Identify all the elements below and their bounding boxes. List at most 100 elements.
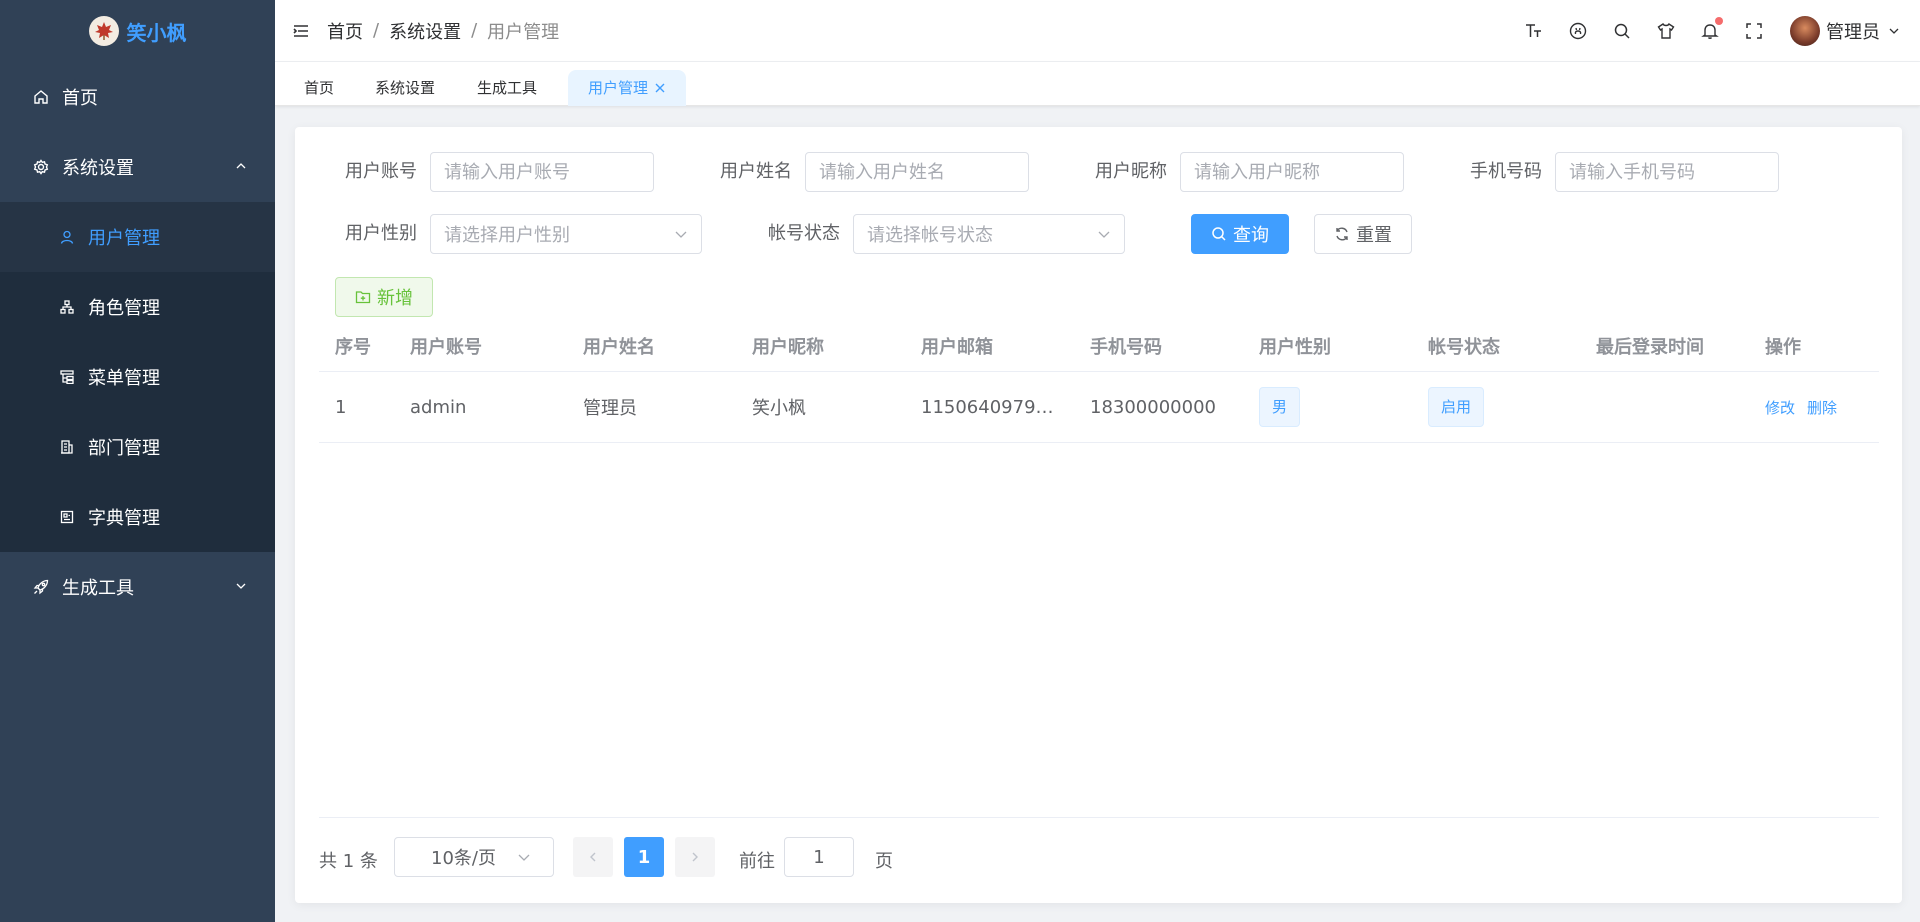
chevron-up-icon bbox=[236, 163, 246, 169]
phone-input[interactable] bbox=[1555, 152, 1779, 192]
breadcrumb-current: 用户管理 bbox=[487, 21, 560, 43]
sidebar-item-dict-management[interactable]: 字典管理 bbox=[0, 482, 275, 552]
sidebar-item-label: 首页 bbox=[62, 88, 98, 109]
sidebar-item-system-settings[interactable]: 系统设置 bbox=[0, 132, 275, 202]
close-icon[interactable] bbox=[654, 82, 666, 94]
bell-icon[interactable] bbox=[1699, 17, 1723, 42]
breadcrumb-separator: / bbox=[373, 20, 380, 41]
chevron-left-icon bbox=[590, 852, 596, 862]
app-name: 笑小枫 bbox=[126, 20, 187, 45]
tag-generator-tools[interactable]: 生成工具 bbox=[457, 70, 557, 106]
pagination-divider bbox=[319, 817, 1879, 818]
tree-table-icon bbox=[58, 368, 76, 386]
label-account: 用户账号 bbox=[345, 161, 417, 182]
sidebar-item-label: 菜单管理 bbox=[88, 368, 160, 389]
status-tag-label: 启用 bbox=[1428, 387, 1485, 427]
nickname-input-field[interactable] bbox=[1194, 161, 1390, 183]
col-actions: 操作 bbox=[1765, 336, 1801, 358]
theme-shirt-icon[interactable] bbox=[1655, 20, 1677, 42]
col-account: 用户账号 bbox=[410, 336, 482, 358]
user-name[interactable]: 管理员 bbox=[1826, 18, 1880, 44]
tag-user-management[interactable]: 用户管理 bbox=[568, 70, 687, 106]
sidebar-item-label: 系统设置 bbox=[62, 158, 134, 179]
gender-select[interactable]: 请选择用户性别 bbox=[430, 214, 702, 254]
cell-index: 1 bbox=[335, 396, 347, 418]
col-index: 序号 bbox=[335, 336, 371, 358]
chevron-down-icon[interactable] bbox=[1888, 25, 1900, 37]
col-name: 用户姓名 bbox=[583, 336, 655, 358]
search-button[interactable]: 查询 bbox=[1191, 214, 1289, 254]
gender-tag: 男 bbox=[1259, 387, 1301, 427]
search-icon bbox=[1211, 226, 1227, 242]
breadcrumb-system-settings[interactable]: 系统设置 bbox=[389, 18, 461, 44]
phone-input-field[interactable] bbox=[1569, 161, 1765, 183]
search-icon[interactable] bbox=[1611, 20, 1633, 42]
prev-page-button[interactable] bbox=[573, 837, 613, 877]
goto-page-input[interactable]: 1 bbox=[784, 837, 854, 877]
sidebar-item-dept-management[interactable]: 部门管理 bbox=[0, 412, 275, 482]
tag-system-settings[interactable]: 系统设置 bbox=[355, 70, 455, 106]
chevron-down-icon bbox=[675, 231, 687, 238]
breadcrumb-separator: / bbox=[471, 20, 478, 41]
add-button[interactable]: 新增 bbox=[335, 277, 433, 317]
status-select[interactable]: 请选择帐号状态 bbox=[853, 214, 1125, 254]
row-actions: 修改 删除 bbox=[1765, 397, 1849, 418]
cell-account: admin bbox=[410, 396, 467, 418]
edit-link[interactable]: 修改 bbox=[1765, 399, 1795, 417]
dict-icon bbox=[58, 508, 76, 526]
next-page-button[interactable] bbox=[675, 837, 715, 877]
status-tag: 启用 bbox=[1428, 387, 1485, 427]
sidebar-item-role-management[interactable]: 角色管理 bbox=[0, 272, 275, 342]
add-button-label: 新增 bbox=[377, 288, 413, 309]
col-gender: 用户性别 bbox=[1259, 336, 1331, 358]
pagination-total: 共 1 条 bbox=[319, 851, 378, 872]
label-nickname: 用户昵称 bbox=[1095, 161, 1167, 182]
delete-link[interactable]: 删除 bbox=[1807, 399, 1837, 417]
page-size-select[interactable]: 10条/页 bbox=[394, 837, 554, 877]
name-input[interactable] bbox=[805, 152, 1029, 192]
account-input[interactable] bbox=[430, 152, 654, 192]
name-input-field[interactable] bbox=[819, 161, 1015, 183]
notification-dot bbox=[1715, 17, 1723, 25]
rocket-icon bbox=[32, 578, 50, 596]
top-navbar: 首页 / 系统设置 / 用户管理 管理员 bbox=[275, 0, 1920, 62]
tag-label: 用户管理 bbox=[588, 79, 649, 97]
breadcrumb-home[interactable]: 首页 bbox=[327, 18, 363, 44]
sidebar-item-menu-management[interactable]: 菜单管理 bbox=[0, 342, 275, 412]
font-size-icon[interactable] bbox=[1523, 20, 1545, 42]
sidebar-item-label: 生成工具 bbox=[62, 578, 134, 599]
nickname-input[interactable] bbox=[1180, 152, 1404, 192]
page-suffix-label: 页 bbox=[875, 851, 893, 872]
sidebar-item-generator-tools[interactable]: 生成工具 bbox=[0, 552, 275, 622]
hamburger-icon[interactable] bbox=[292, 22, 310, 40]
status-select-placeholder: 请选择帐号状态 bbox=[867, 225, 993, 246]
logo[interactable]: 笑小枫 bbox=[0, 0, 275, 62]
page-number-1[interactable]: 1 bbox=[624, 837, 664, 877]
breadcrumb: 首页 / 系统设置 / 用户管理 bbox=[327, 18, 559, 44]
avatar[interactable] bbox=[1790, 16, 1820, 46]
col-status: 帐号状态 bbox=[1428, 336, 1500, 358]
user-icon bbox=[58, 228, 76, 246]
header-actions: 管理员 bbox=[1512, 0, 1900, 62]
col-last-login: 最后登录时间 bbox=[1596, 336, 1704, 358]
table-row: 1 admin 管理员 笑小枫 1150640979… 18300000000 … bbox=[319, 372, 1879, 443]
sidebar-item-label: 角色管理 bbox=[88, 298, 160, 319]
cell-phone: 18300000000 bbox=[1090, 396, 1216, 418]
folder-add-icon bbox=[355, 289, 371, 305]
cell-name: 管理员 bbox=[583, 398, 637, 419]
fullscreen-icon[interactable] bbox=[1743, 20, 1765, 42]
tag-home[interactable]: 首页 bbox=[284, 70, 354, 106]
gender-tag-label: 男 bbox=[1259, 387, 1301, 427]
account-input-field[interactable] bbox=[444, 161, 640, 183]
reset-button[interactable]: 重置 bbox=[1314, 214, 1412, 254]
goto-label: 前往 bbox=[739, 851, 775, 872]
chevron-down-icon bbox=[1098, 231, 1110, 238]
sidebar-item-user-management[interactable]: 用户管理 bbox=[0, 202, 275, 272]
reset-button-label: 重置 bbox=[1356, 225, 1392, 246]
chevron-down-icon bbox=[518, 854, 530, 861]
gear-icon bbox=[32, 158, 50, 176]
sidebar-item-home[interactable]: 首页 bbox=[0, 62, 275, 132]
col-email: 用户邮箱 bbox=[921, 336, 993, 358]
submenu-system-settings: 用户管理 角色管理 菜单管理 部门管理 字典管理 bbox=[0, 202, 275, 552]
github-icon[interactable] bbox=[1567, 20, 1589, 42]
